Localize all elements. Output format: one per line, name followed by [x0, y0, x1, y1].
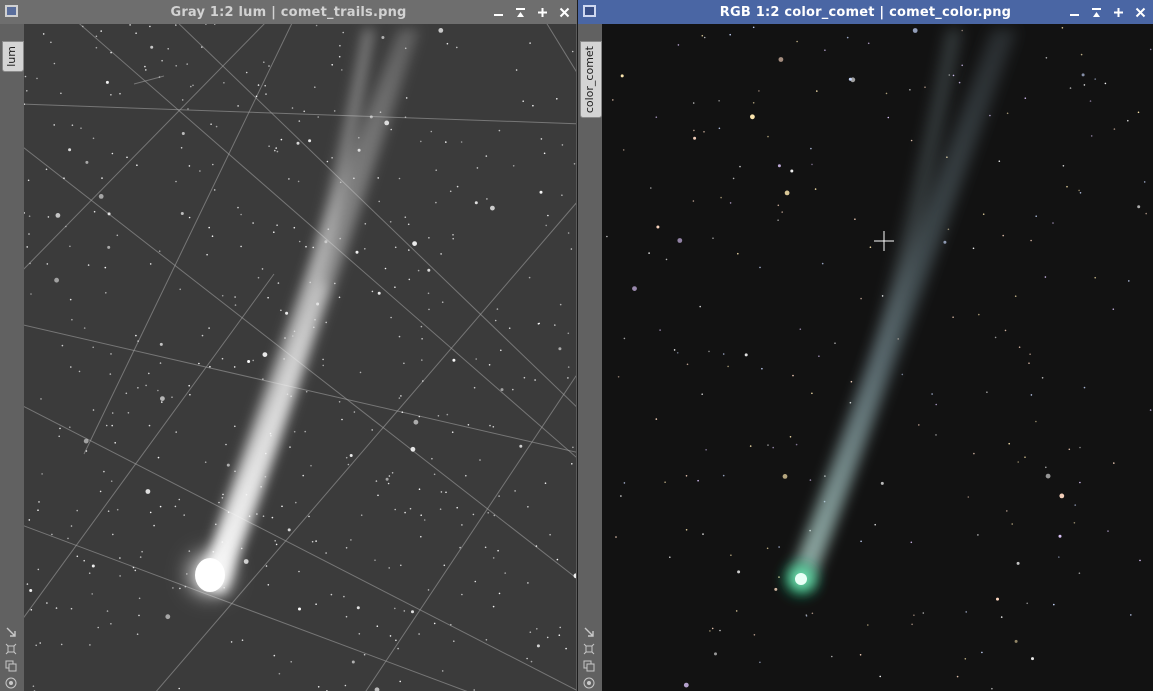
window-title: RGB 1:2 color_comet | comet_color.png: [719, 4, 1012, 20]
window-title: Gray 1:2 lum | comet_trails.png: [170, 4, 407, 20]
view-tab-color-comet[interactable]: color_comet: [580, 41, 602, 119]
zoom-icon[interactable]: [582, 641, 596, 655]
maximize-icon[interactable]: [536, 6, 549, 19]
tab-label: lum: [5, 46, 18, 67]
clone-icon[interactable]: [4, 658, 18, 672]
zoom-icon[interactable]: [4, 641, 18, 655]
window-sidebar: color_comet: [578, 24, 602, 691]
settings-icon[interactable]: [4, 675, 18, 689]
color-comet-image[interactable]: [602, 24, 1153, 691]
crosshair-cursor: [874, 231, 894, 251]
settings-icon[interactable]: [582, 675, 596, 689]
shade-icon[interactable]: [514, 6, 527, 19]
minimize-icon[interactable]: [492, 6, 505, 19]
minimize-icon[interactable]: [1068, 6, 1081, 19]
close-icon[interactable]: [558, 6, 571, 19]
close-icon[interactable]: [1134, 6, 1147, 19]
tab-label: color_comet: [583, 46, 596, 114]
fit-view-icon[interactable]: [4, 624, 18, 638]
window-controls: [492, 0, 571, 24]
maximize-icon[interactable]: [1112, 6, 1125, 19]
image-window-lum[interactable]: Gray 1:2 lum | comet_trails.png lum: [0, 0, 577, 691]
titlebar[interactable]: RGB 1:2 color_comet | comet_color.png: [578, 0, 1153, 24]
view-tab-lum[interactable]: lum: [2, 41, 24, 72]
window-controls: [1068, 0, 1147, 24]
titlebar[interactable]: Gray 1:2 lum | comet_trails.png: [0, 0, 577, 24]
clone-icon[interactable]: [582, 658, 596, 672]
image-window-color-comet[interactable]: RGB 1:2 color_comet | comet_color.png co…: [578, 0, 1153, 691]
window-sidebar: lum: [0, 24, 24, 691]
fit-view-icon[interactable]: [582, 624, 596, 638]
shade-icon[interactable]: [1090, 6, 1103, 19]
grayscale-comet-image[interactable]: [24, 24, 576, 691]
